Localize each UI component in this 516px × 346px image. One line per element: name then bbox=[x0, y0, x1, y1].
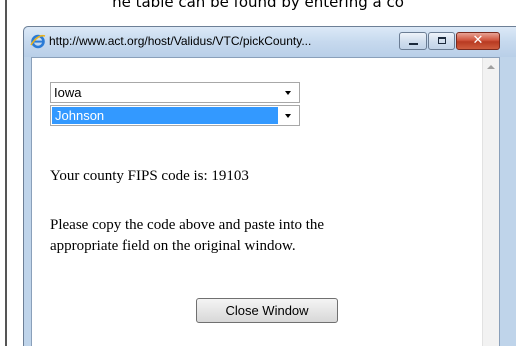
chevron-down-icon bbox=[285, 91, 291, 95]
document-caption-text: he table can be found by entering a co bbox=[112, 0, 404, 11]
minimize-icon bbox=[409, 43, 418, 45]
close-button[interactable]: ✕ bbox=[456, 32, 500, 50]
document-border bbox=[5, 0, 7, 346]
screenshot-page: he table can be found by entering a co h… bbox=[0, 0, 516, 346]
popup-window: http://www.act.org/host/Validus/VTC/pick… bbox=[23, 26, 516, 346]
instruction-line-2: appropriate field on the original window… bbox=[50, 238, 296, 254]
close-icon: ✕ bbox=[472, 33, 484, 48]
window-content: Iowa Johnson Your county FIPS code is: 1… bbox=[31, 57, 500, 346]
minimize-button[interactable] bbox=[399, 32, 427, 50]
county-select[interactable]: Johnson bbox=[50, 105, 300, 126]
instruction-text: Please copy the code above and paste int… bbox=[50, 215, 450, 257]
maximize-button[interactable] bbox=[428, 32, 455, 50]
state-select[interactable]: Iowa bbox=[50, 82, 300, 103]
window-titlebar[interactable]: http://www.act.org/host/Validus/VTC/pick… bbox=[24, 27, 516, 57]
state-select-value: Iowa bbox=[54, 85, 82, 100]
fips-code-message: Your county FIPS code is: 19103 bbox=[50, 168, 249, 184]
instruction-line-1: Please copy the code above and paste int… bbox=[50, 217, 325, 233]
close-window-button[interactable]: Close Window bbox=[196, 298, 338, 323]
scroll-up-icon[interactable] bbox=[487, 65, 495, 69]
vertical-scrollbar[interactable] bbox=[482, 58, 499, 346]
maximize-icon bbox=[438, 37, 446, 44]
county-select-value: Johnson bbox=[55, 108, 105, 123]
window-title: http://www.act.org/host/Validus/VTC/pick… bbox=[49, 34, 312, 48]
chevron-down-icon bbox=[285, 114, 291, 118]
internet-explorer-icon bbox=[30, 34, 46, 49]
